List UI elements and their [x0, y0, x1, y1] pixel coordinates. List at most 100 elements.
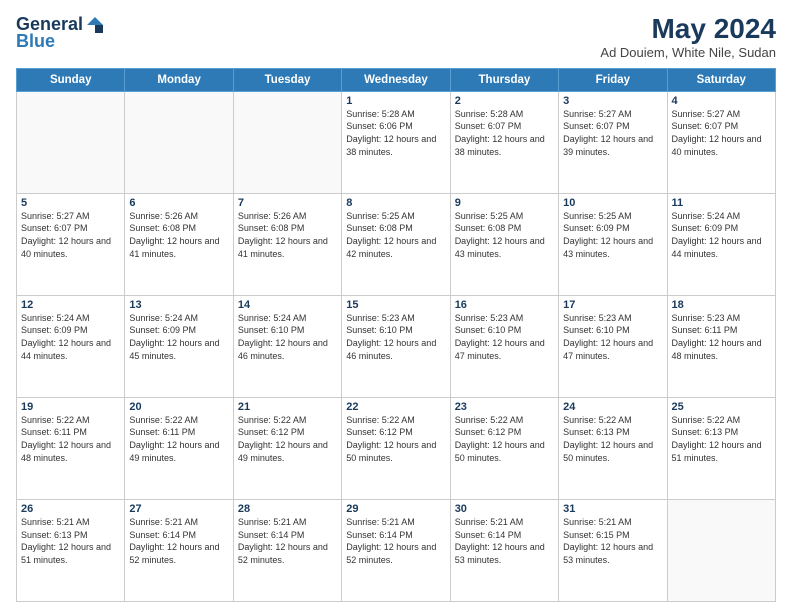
day-info: Sunrise: 5:23 AM Sunset: 6:11 PM Dayligh…	[672, 312, 771, 362]
day-number: 12	[21, 299, 120, 311]
day-info: Sunrise: 5:27 AM Sunset: 6:07 PM Dayligh…	[563, 108, 662, 158]
day-number: 25	[672, 401, 771, 413]
table-row: 26Sunrise: 5:21 AM Sunset: 6:13 PM Dayli…	[17, 499, 125, 601]
day-number: 3	[563, 95, 662, 107]
day-number: 24	[563, 401, 662, 413]
day-number: 7	[238, 197, 337, 209]
table-row: 1Sunrise: 5:28 AM Sunset: 6:06 PM Daylig…	[342, 91, 450, 193]
day-number: 14	[238, 299, 337, 311]
day-number: 19	[21, 401, 120, 413]
calendar-table: Sunday Monday Tuesday Wednesday Thursday…	[16, 68, 776, 602]
day-number: 30	[455, 503, 554, 515]
header-friday: Friday	[559, 68, 667, 91]
day-number: 6	[129, 197, 228, 209]
day-info: Sunrise: 5:23 AM Sunset: 6:10 PM Dayligh…	[346, 312, 445, 362]
day-number: 28	[238, 503, 337, 515]
header-saturday: Saturday	[667, 68, 775, 91]
day-info: Sunrise: 5:21 AM Sunset: 6:15 PM Dayligh…	[563, 516, 662, 566]
table-row: 9Sunrise: 5:25 AM Sunset: 6:08 PM Daylig…	[450, 193, 558, 295]
day-number: 17	[563, 299, 662, 311]
subtitle: Ad Douiem, White Nile, Sudan	[600, 45, 776, 60]
day-info: Sunrise: 5:22 AM Sunset: 6:13 PM Dayligh…	[672, 414, 771, 464]
table-row: 31Sunrise: 5:21 AM Sunset: 6:15 PM Dayli…	[559, 499, 667, 601]
table-row: 13Sunrise: 5:24 AM Sunset: 6:09 PM Dayli…	[125, 295, 233, 397]
day-info: Sunrise: 5:23 AM Sunset: 6:10 PM Dayligh…	[563, 312, 662, 362]
day-info: Sunrise: 5:27 AM Sunset: 6:07 PM Dayligh…	[672, 108, 771, 158]
table-row: 14Sunrise: 5:24 AM Sunset: 6:10 PM Dayli…	[233, 295, 341, 397]
day-number: 23	[455, 401, 554, 413]
table-row: 16Sunrise: 5:23 AM Sunset: 6:10 PM Dayli…	[450, 295, 558, 397]
header-tuesday: Tuesday	[233, 68, 341, 91]
day-number: 8	[346, 197, 445, 209]
table-row	[667, 499, 775, 601]
table-row: 4Sunrise: 5:27 AM Sunset: 6:07 PM Daylig…	[667, 91, 775, 193]
table-row: 24Sunrise: 5:22 AM Sunset: 6:13 PM Dayli…	[559, 397, 667, 499]
day-info: Sunrise: 5:28 AM Sunset: 6:07 PM Dayligh…	[455, 108, 554, 158]
title-section: May 2024 Ad Douiem, White Nile, Sudan	[600, 14, 776, 60]
day-info: Sunrise: 5:25 AM Sunset: 6:08 PM Dayligh…	[455, 210, 554, 260]
table-row: 18Sunrise: 5:23 AM Sunset: 6:11 PM Dayli…	[667, 295, 775, 397]
day-number: 18	[672, 299, 771, 311]
calendar-week-row: 1Sunrise: 5:28 AM Sunset: 6:06 PM Daylig…	[17, 91, 776, 193]
day-info: Sunrise: 5:24 AM Sunset: 6:10 PM Dayligh…	[238, 312, 337, 362]
table-row: 23Sunrise: 5:22 AM Sunset: 6:12 PM Dayli…	[450, 397, 558, 499]
day-info: Sunrise: 5:21 AM Sunset: 6:14 PM Dayligh…	[238, 516, 337, 566]
table-row	[17, 91, 125, 193]
day-number: 16	[455, 299, 554, 311]
table-row: 12Sunrise: 5:24 AM Sunset: 6:09 PM Dayli…	[17, 295, 125, 397]
logo-icon	[85, 15, 105, 35]
table-row	[125, 91, 233, 193]
day-number: 31	[563, 503, 662, 515]
day-info: Sunrise: 5:24 AM Sunset: 6:09 PM Dayligh…	[129, 312, 228, 362]
day-number: 29	[346, 503, 445, 515]
day-number: 4	[672, 95, 771, 107]
day-number: 10	[563, 197, 662, 209]
day-info: Sunrise: 5:22 AM Sunset: 6:12 PM Dayligh…	[455, 414, 554, 464]
day-number: 5	[21, 197, 120, 209]
day-number: 26	[21, 503, 120, 515]
day-info: Sunrise: 5:24 AM Sunset: 6:09 PM Dayligh…	[21, 312, 120, 362]
table-row: 3Sunrise: 5:27 AM Sunset: 6:07 PM Daylig…	[559, 91, 667, 193]
calendar-header-row: Sunday Monday Tuesday Wednesday Thursday…	[17, 68, 776, 91]
day-info: Sunrise: 5:24 AM Sunset: 6:09 PM Dayligh…	[672, 210, 771, 260]
day-number: 9	[455, 197, 554, 209]
calendar-week-row: 5Sunrise: 5:27 AM Sunset: 6:07 PM Daylig…	[17, 193, 776, 295]
table-row	[233, 91, 341, 193]
day-info: Sunrise: 5:22 AM Sunset: 6:12 PM Dayligh…	[346, 414, 445, 464]
day-info: Sunrise: 5:26 AM Sunset: 6:08 PM Dayligh…	[129, 210, 228, 260]
day-info: Sunrise: 5:28 AM Sunset: 6:06 PM Dayligh…	[346, 108, 445, 158]
day-info: Sunrise: 5:21 AM Sunset: 6:14 PM Dayligh…	[129, 516, 228, 566]
calendar-week-row: 12Sunrise: 5:24 AM Sunset: 6:09 PM Dayli…	[17, 295, 776, 397]
table-row: 25Sunrise: 5:22 AM Sunset: 6:13 PM Dayli…	[667, 397, 775, 499]
day-info: Sunrise: 5:25 AM Sunset: 6:09 PM Dayligh…	[563, 210, 662, 260]
table-row: 20Sunrise: 5:22 AM Sunset: 6:11 PM Dayli…	[125, 397, 233, 499]
day-info: Sunrise: 5:21 AM Sunset: 6:14 PM Dayligh…	[455, 516, 554, 566]
table-row: 5Sunrise: 5:27 AM Sunset: 6:07 PM Daylig…	[17, 193, 125, 295]
table-row: 10Sunrise: 5:25 AM Sunset: 6:09 PM Dayli…	[559, 193, 667, 295]
table-row: 19Sunrise: 5:22 AM Sunset: 6:11 PM Dayli…	[17, 397, 125, 499]
day-info: Sunrise: 5:27 AM Sunset: 6:07 PM Dayligh…	[21, 210, 120, 260]
table-row: 7Sunrise: 5:26 AM Sunset: 6:08 PM Daylig…	[233, 193, 341, 295]
month-title: May 2024	[600, 14, 776, 45]
table-row: 6Sunrise: 5:26 AM Sunset: 6:08 PM Daylig…	[125, 193, 233, 295]
day-number: 20	[129, 401, 228, 413]
table-row: 29Sunrise: 5:21 AM Sunset: 6:14 PM Dayli…	[342, 499, 450, 601]
calendar-week-row: 26Sunrise: 5:21 AM Sunset: 6:13 PM Dayli…	[17, 499, 776, 601]
logo-blue-text: Blue	[16, 31, 55, 52]
day-number: 22	[346, 401, 445, 413]
day-number: 2	[455, 95, 554, 107]
day-number: 13	[129, 299, 228, 311]
table-row: 30Sunrise: 5:21 AM Sunset: 6:14 PM Dayli…	[450, 499, 558, 601]
day-info: Sunrise: 5:22 AM Sunset: 6:13 PM Dayligh…	[563, 414, 662, 464]
table-row: 17Sunrise: 5:23 AM Sunset: 6:10 PM Dayli…	[559, 295, 667, 397]
table-row: 11Sunrise: 5:24 AM Sunset: 6:09 PM Dayli…	[667, 193, 775, 295]
logo: General Blue	[16, 14, 105, 52]
table-row: 28Sunrise: 5:21 AM Sunset: 6:14 PM Dayli…	[233, 499, 341, 601]
table-row: 22Sunrise: 5:22 AM Sunset: 6:12 PM Dayli…	[342, 397, 450, 499]
table-row: 21Sunrise: 5:22 AM Sunset: 6:12 PM Dayli…	[233, 397, 341, 499]
day-info: Sunrise: 5:21 AM Sunset: 6:14 PM Dayligh…	[346, 516, 445, 566]
day-info: Sunrise: 5:22 AM Sunset: 6:12 PM Dayligh…	[238, 414, 337, 464]
header-thursday: Thursday	[450, 68, 558, 91]
day-number: 27	[129, 503, 228, 515]
day-info: Sunrise: 5:22 AM Sunset: 6:11 PM Dayligh…	[21, 414, 120, 464]
